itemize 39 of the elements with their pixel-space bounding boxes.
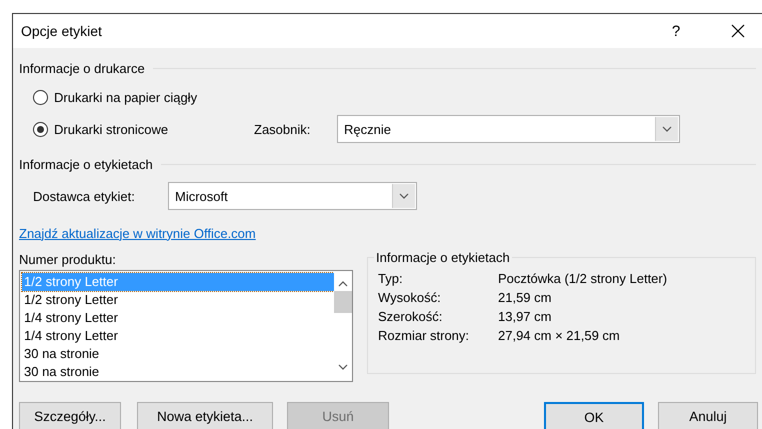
window-title: Opcje etykiet (21, 23, 103, 39)
field-value: 27,94 cm × 21,59 cm (498, 328, 621, 343)
field-label: Rozmiar strony: (378, 328, 470, 343)
update-link[interactable]: Znajdź aktualizacje w witrynie Office.com (19, 226, 256, 240)
dialog-button[interactable]: Szczegóły... (19, 402, 121, 429)
field-label: Szerokość: (378, 309, 444, 324)
radio-label: Drukarki stronicowe (54, 122, 170, 136)
radio-button[interactable] (33, 122, 48, 136)
chevron-down-icon (338, 364, 348, 370)
close-icon (731, 24, 745, 38)
field-value: Pocztówka (1/2 strony Letter) (498, 271, 668, 286)
chevron-up-icon (338, 281, 348, 287)
radio-button[interactable] (33, 90, 48, 104)
list-item[interactable]: 1/4 strony Letter (22, 309, 334, 327)
list-label: Numer produktu: (19, 252, 117, 267)
dialog-button[interactable]: Anuluj (658, 402, 758, 429)
radio-label: Drukarki na papier ciągły (54, 90, 198, 104)
dialog-button[interactable]: OK (544, 402, 644, 429)
field-value: 21,59 cm (498, 290, 552, 305)
list-item[interactable]: 30 na stronie (22, 363, 334, 381)
field-label: Typ: (378, 271, 404, 286)
list-item[interactable]: 30 na stronie (22, 345, 334, 363)
vendor-label: Dostawca etykiet: (33, 188, 136, 204)
list-item[interactable]: 1/4 strony Letter (22, 327, 334, 345)
list-item[interactable]: 1/2 strony Letter (22, 291, 334, 309)
group-title: Informacje o etykietach (19, 156, 153, 172)
group-title: Informacje o drukarce (19, 60, 145, 76)
vendor-dropdown[interactable]: Microsoft (168, 182, 417, 210)
chevron-down-icon (399, 193, 409, 199)
panel-title: Informacje o etykietach (375, 250, 511, 265)
scrollbar-thumb[interactable] (334, 291, 352, 313)
dialog-button[interactable]: Nowa etykieta... (137, 402, 273, 429)
field-value: 13,97 cm (498, 309, 552, 324)
help-button[interactable]: ? (656, 22, 696, 40)
chevron-down-icon (662, 126, 672, 132)
field-label: Wysokość: (378, 290, 442, 305)
tray-label: Zasobnik: (254, 122, 312, 136)
product-list[interactable]: 1/2 strony Letter 1/2 strony Letter 1/4 strony Letter 1/4 strony Letter 30 na stronie 30 na stronie (19, 270, 353, 382)
tray-dropdown[interactable]: Ręcznie (337, 115, 680, 143)
